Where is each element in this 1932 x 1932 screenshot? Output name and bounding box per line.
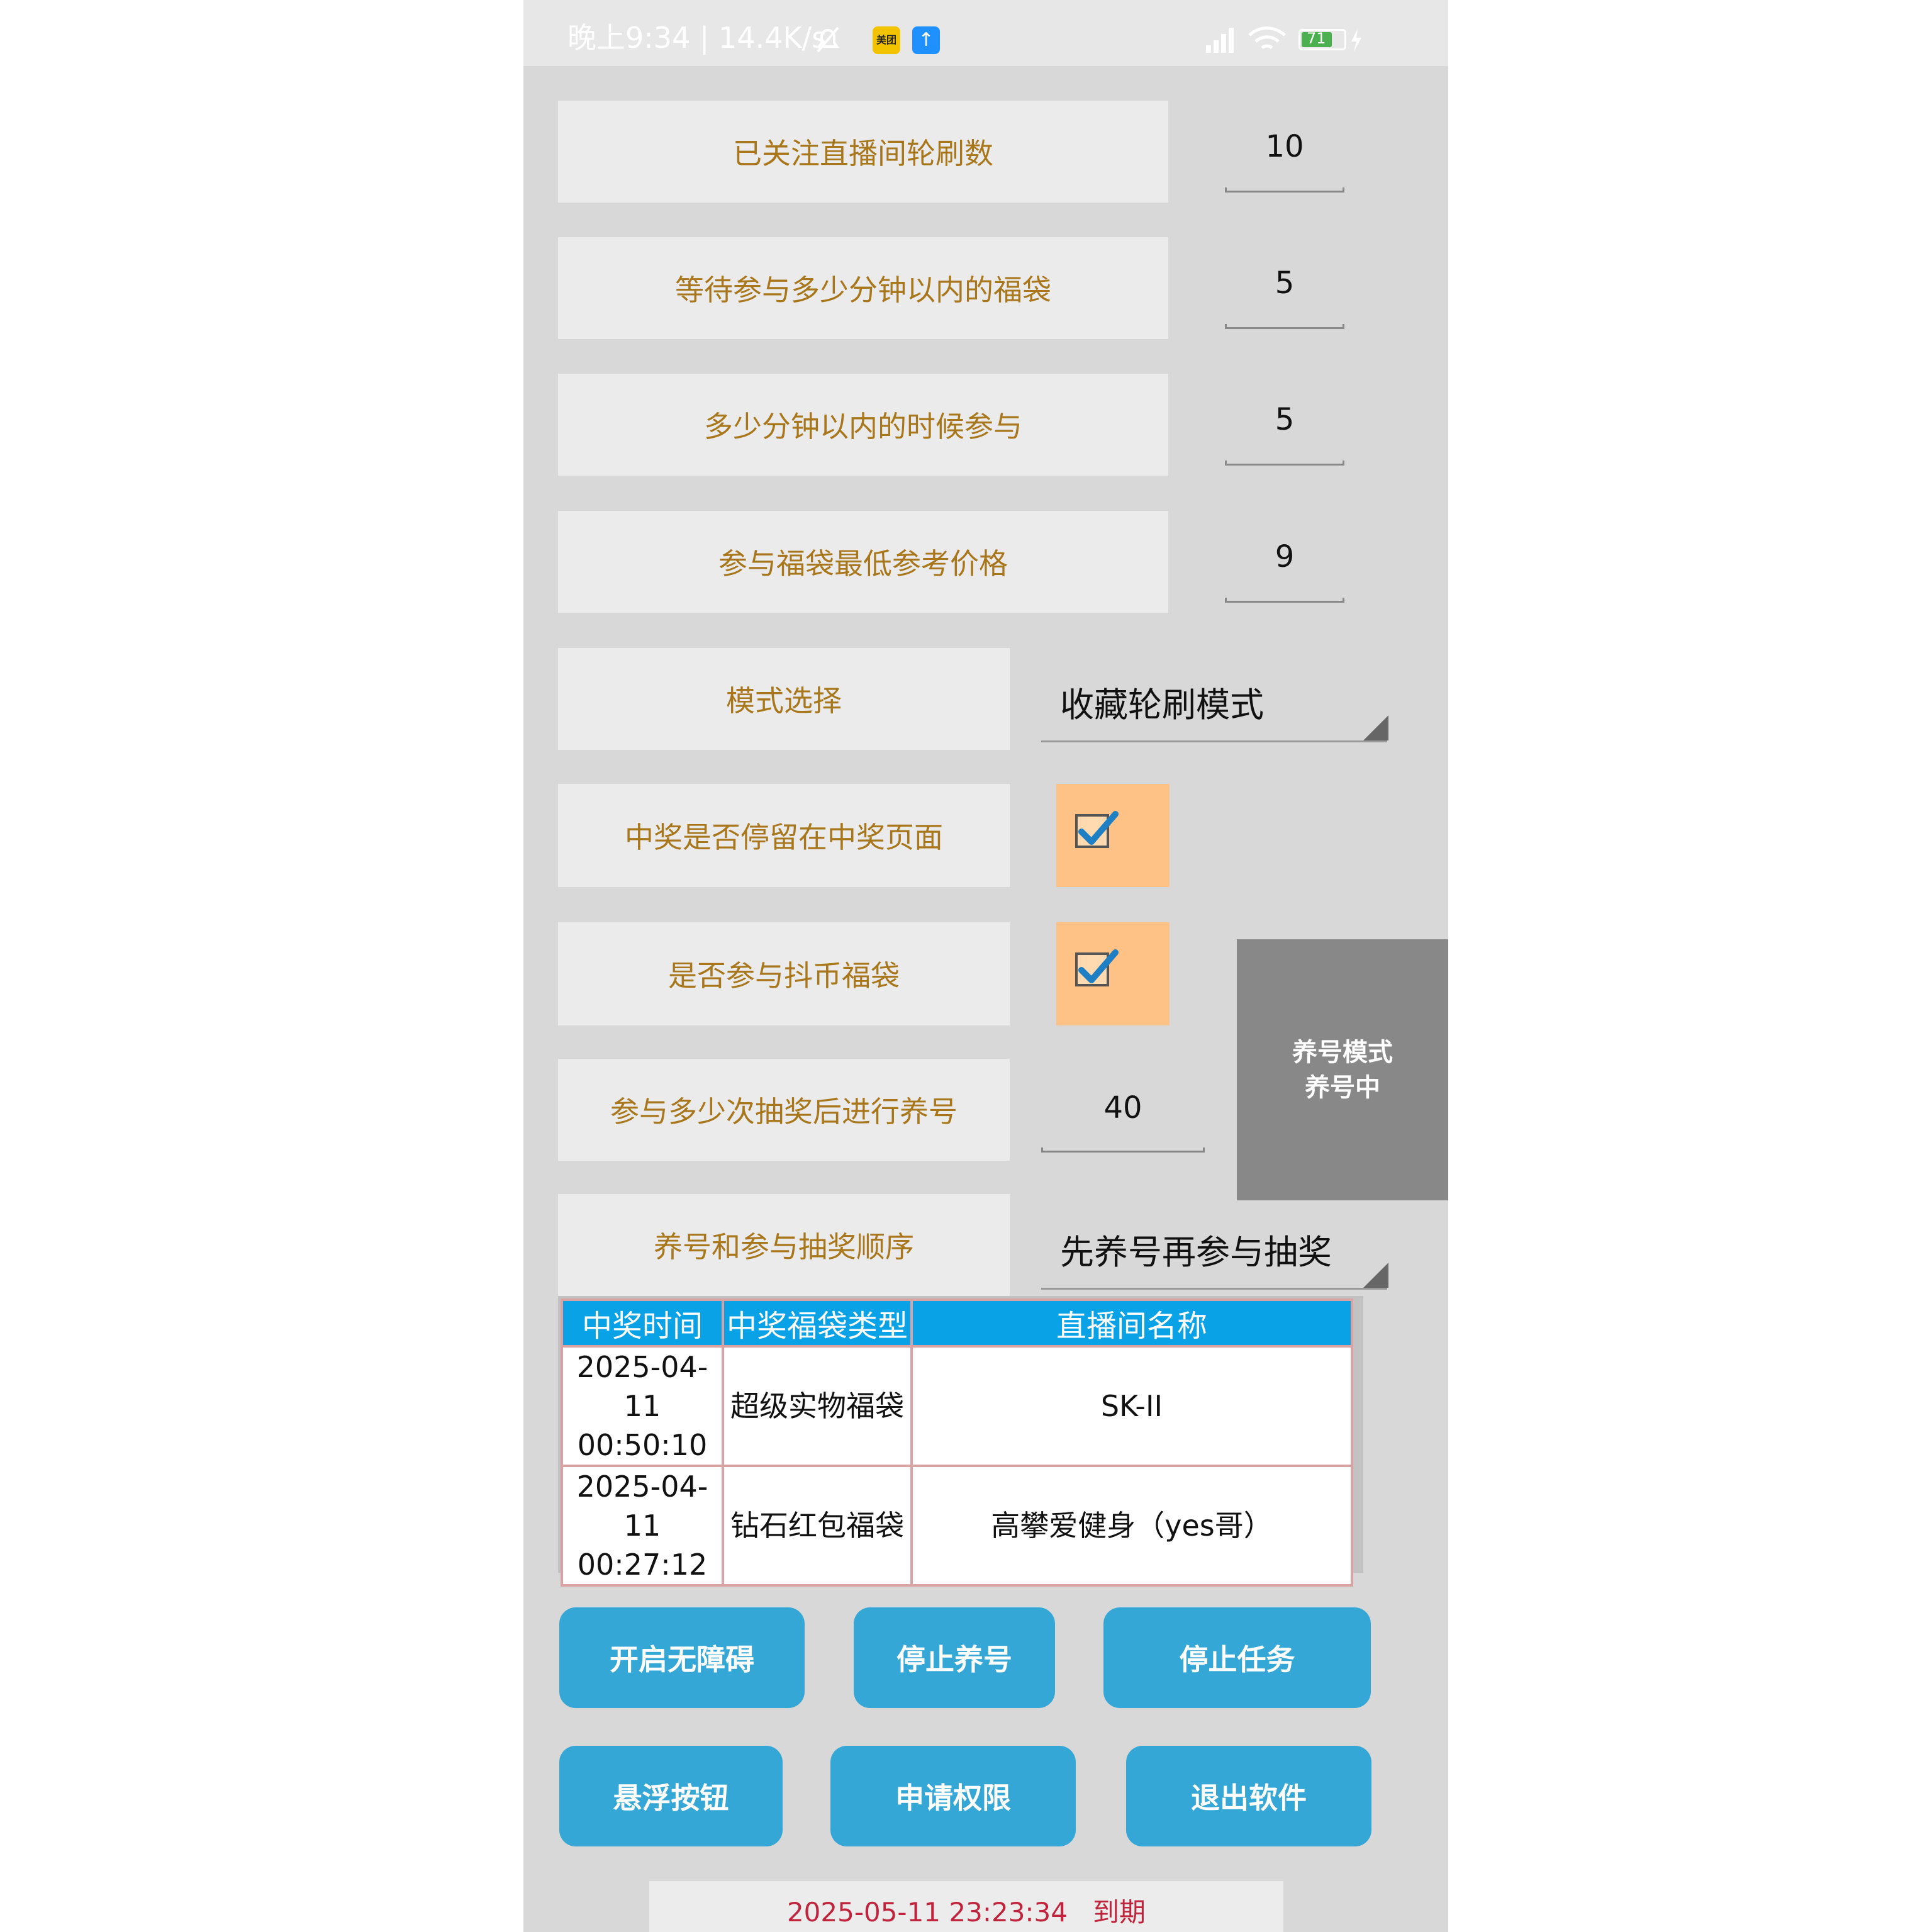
join-within-minutes-input[interactable]: 5 (1225, 402, 1344, 437)
followed-rounds-label: 已关注直播间轮刷数 (558, 101, 1168, 203)
nurture-mode-line1: 养号模式 (1292, 1037, 1393, 1067)
mode-select[interactable]: 收藏轮刷模式 (1041, 654, 1393, 742)
table-row[interactable]: 2025-04-11 00:27:12 钻石红包福袋 高攀爱健身（yes哥） (561, 1465, 1353, 1587)
stay-on-win-checkbox[interactable] (1075, 811, 1119, 848)
mode-select-underline (1041, 740, 1387, 742)
expiry-footer: 2025-05-11 23:23:34 到期 (649, 1881, 1283, 1932)
join-coin-bag-checkbox-area[interactable] (1056, 922, 1170, 1025)
mute-bell-icon (817, 26, 839, 53)
status-time-speed: 晚上9:34 | 14.4K/s (567, 21, 827, 55)
stop-task-button[interactable]: 停止任务 (1103, 1607, 1371, 1708)
join-coin-bag-checkbox[interactable] (1075, 949, 1119, 986)
room-name-cell: 高攀爱健身（yes哥） (910, 1465, 1353, 1587)
wait-minutes-label: 等待参与多少分钟以内的福袋 (558, 237, 1168, 339)
table-row[interactable]: 2025-04-11 00:50:10 超级实物福袋 SK-II (561, 1345, 1353, 1467)
win-time: 00:27:12 (577, 1548, 708, 1582)
order-select[interactable]: 先养号再参与抽奖 (1041, 1202, 1393, 1290)
stop-nurture-button[interactable]: 停止养号 (854, 1607, 1055, 1708)
join-within-minutes-label: 多少分钟以内的时候参与 (558, 374, 1168, 476)
wifi-icon (1248, 26, 1286, 50)
enable-accessibility-button[interactable]: 开启无障碍 (559, 1607, 805, 1708)
join-within-minutes-underline (1225, 461, 1344, 466)
float-button[interactable]: 悬浮按钮 (559, 1746, 783, 1846)
win-record-table: 中奖时间 中奖福袋类型 直播间名称 2025-04-11 00:50:10 超级… (561, 1298, 1353, 1587)
checkmark-icon (1078, 949, 1119, 983)
mode-select-value: 收藏轮刷模式 (1060, 685, 1264, 725)
stay-on-win-checkbox-area[interactable] (1056, 784, 1170, 887)
header-room-name: 直播间名称 (910, 1298, 1353, 1348)
order-label: 养号和参与抽奖顺序 (558, 1194, 1010, 1296)
status-bar: 晚上9:34 | 14.4K/s 美团 ↑ 71 (523, 0, 1448, 66)
exit-app-button[interactable]: 退出软件 (1126, 1746, 1371, 1846)
header-win-time: 中奖时间 (561, 1298, 724, 1348)
mode-label: 模式选择 (558, 648, 1010, 750)
min-price-label: 参与福袋最低参考价格 (558, 511, 1168, 613)
room-name-cell: SK-II (910, 1345, 1353, 1467)
min-price-underline (1225, 598, 1344, 603)
win-date: 2025-04-11 (576, 1350, 708, 1423)
nurture-after-underline (1041, 1147, 1205, 1153)
table-header-row: 中奖时间 中奖福袋类型 直播间名称 (561, 1298, 1353, 1348)
nurture-after-label: 参与多少次抽奖后进行养号 (558, 1059, 1010, 1161)
wait-minutes-input[interactable]: 5 (1225, 265, 1344, 301)
dropdown-triangle-icon (1363, 715, 1388, 740)
win-time-cell: 2025-04-11 00:50:10 (561, 1345, 724, 1467)
followed-rounds-input[interactable]: 10 (1225, 129, 1344, 164)
battery-level: 71 (1307, 30, 1326, 47)
win-time: 00:50:10 (577, 1428, 708, 1462)
win-time-cell: 2025-04-11 00:27:12 (561, 1465, 724, 1587)
meituan-app-icon: 美团 (873, 26, 900, 54)
stay-on-win-label: 中奖是否停留在中奖页面 (558, 784, 1010, 887)
upload-arrow-icon: ↑ (912, 26, 940, 54)
nurture-mode-button[interactable]: 养号模式 养号中 (1237, 939, 1448, 1200)
followed-rounds-underline (1225, 187, 1344, 193)
wait-minutes-underline (1225, 324, 1344, 329)
bag-type-cell: 超级实物福袋 (722, 1345, 913, 1467)
min-price-input[interactable]: 9 (1225, 539, 1344, 574)
app-screen: 晚上9:34 | 14.4K/s 美团 ↑ 71 已关注直播间轮刷数 10 等待… (523, 0, 1448, 1932)
win-date: 2025-04-11 (576, 1470, 708, 1543)
order-select-underline (1041, 1288, 1387, 1290)
charging-bolt-icon (1351, 29, 1361, 52)
header-bag-type: 中奖福袋类型 (722, 1298, 913, 1348)
dropdown-triangle-icon (1363, 1263, 1388, 1288)
battery-icon: 71 (1298, 29, 1346, 50)
request-permission-button[interactable]: 申请权限 (830, 1746, 1076, 1846)
nurture-mode-line2: 养号中 (1305, 1073, 1380, 1102)
order-select-value: 先养号再参与抽奖 (1060, 1232, 1332, 1272)
join-coin-bag-label: 是否参与抖币福袋 (558, 922, 1010, 1025)
signal-icon (1206, 28, 1234, 53)
win-record-panel: 中奖时间 中奖福袋类型 直播间名称 2025-04-11 00:50:10 超级… (558, 1296, 1363, 1587)
bag-type-cell: 钻石红包福袋 (722, 1465, 913, 1587)
nurture-after-input[interactable]: 40 (1041, 1090, 1205, 1125)
checkmark-icon (1078, 811, 1119, 845)
